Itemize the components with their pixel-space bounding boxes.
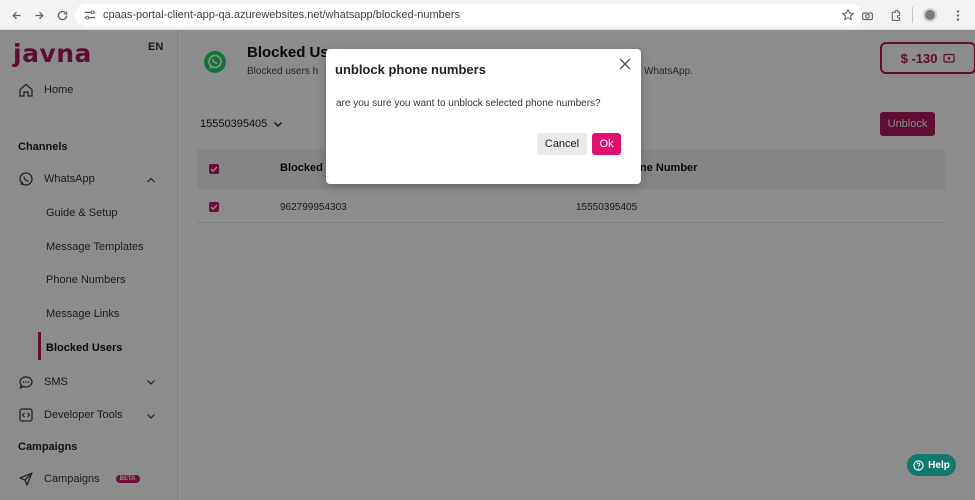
toolbar-divider: [912, 7, 913, 23]
help-button[interactable]: Help: [907, 454, 956, 476]
extensions-icon[interactable]: [884, 4, 906, 26]
dialog-title: unblock phone numbers: [335, 62, 486, 77]
profile-avatar[interactable]: [919, 4, 941, 26]
dialog-message: are you sure you want to unblock selecte…: [336, 98, 601, 109]
reload-icon[interactable]: [50, 3, 74, 27]
close-icon[interactable]: [618, 57, 632, 71]
ok-button[interactable]: Ok: [592, 133, 621, 155]
url-text: cpaas-portal-client-app-qa.azurewebsites…: [103, 9, 461, 21]
camera-icon[interactable]: [856, 4, 878, 26]
forward-icon[interactable]: [27, 3, 51, 27]
browser-toolbar: cpaas-portal-client-app-qa.azurewebsites…: [0, 0, 975, 30]
address-bar[interactable]: cpaas-portal-client-app-qa.azurewebsites…: [75, 4, 863, 26]
help-label: Help: [928, 459, 950, 471]
back-icon[interactable]: [4, 3, 28, 27]
confirm-dialog: unblock phone numbers are you sure you w…: [326, 49, 641, 184]
more-menu-icon[interactable]: [947, 4, 969, 26]
site-settings-icon[interactable]: [83, 8, 97, 22]
question-icon: [913, 459, 924, 471]
cancel-button[interactable]: Cancel: [537, 133, 587, 155]
bookmark-star-icon[interactable]: [841, 8, 855, 22]
